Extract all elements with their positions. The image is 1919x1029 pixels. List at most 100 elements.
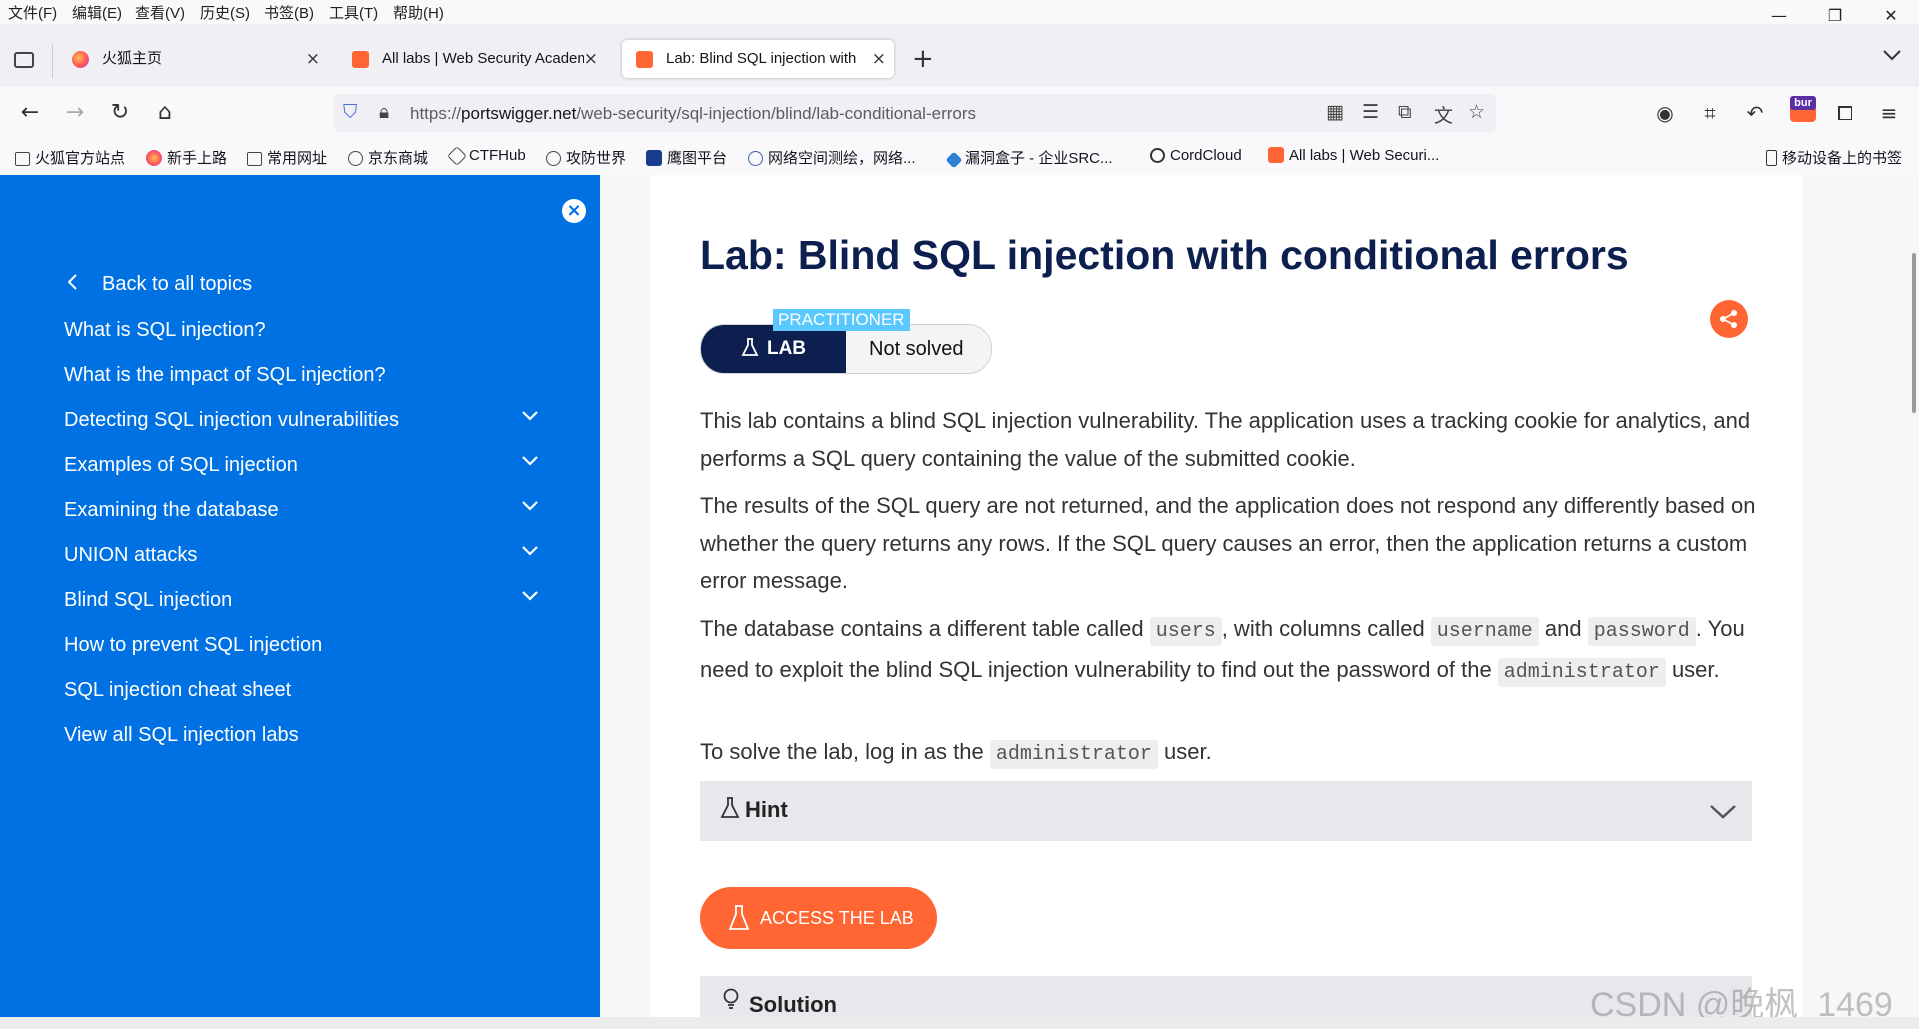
bookmark-getting-started[interactable]: 新手上路 <box>146 147 227 168</box>
code-username: username <box>1430 617 1539 646</box>
chevron-down-icon[interactable] <box>520 589 540 609</box>
sidebar-item-impact[interactable]: What is the impact of SQL injection? <box>64 364 386 387</box>
reader-view-icon[interactable]: ☰ <box>1362 101 1379 123</box>
access-lab-button[interactable]: ACCESS THE LAB <box>700 887 937 949</box>
tab-divider <box>52 44 53 78</box>
page-scrollbar[interactable] <box>1912 253 1916 413</box>
extensions-icon[interactable]: ⧠ <box>1830 98 1860 128</box>
bookmark-common-sites[interactable]: 常用网址 <box>247 147 327 168</box>
sidebar-item-prevent[interactable]: How to prevent SQL injection <box>64 634 322 657</box>
bookmark-all-labs[interactable]: All labs | Web Securi... <box>1268 147 1439 164</box>
screenshot-icon[interactable]: ⌗ <box>1695 98 1725 128</box>
new-tab-icon[interactable]: + <box>912 44 934 74</box>
bookmark-fofa[interactable]: 网络空间测绘，网络... <box>748 147 916 168</box>
url-text[interactable]: https://portswigger.net/web-security/sql… <box>410 104 976 124</box>
folder-icon <box>247 152 262 166</box>
menu-bar: 文件(F) 编辑(E) 查看(V) 历史(S) 书签(B) 工具(T) 帮助(H… <box>0 0 1919 24</box>
close-tab-icon[interactable]: × <box>872 40 886 78</box>
bottom-edge <box>0 1017 1919 1029</box>
bookmark-ctfhub[interactable]: CTFHub <box>447 146 526 166</box>
home-icon[interactable]: ⌂ <box>150 98 180 128</box>
chevron-down-icon[interactable] <box>520 544 540 564</box>
hint-accordion[interactable] <box>700 781 1752 841</box>
url-scheme: https:// <box>410 104 462 123</box>
back-to-topics-link[interactable]: Back to all topics <box>102 273 252 296</box>
flask-icon <box>728 905 750 930</box>
menu-tools[interactable]: 工具(T) <box>329 2 378 23</box>
menu-bookmarks[interactable]: 书签(B) <box>264 2 314 23</box>
page-title: Lab: Blind SQL injection with conditiona… <box>700 232 1629 278</box>
sidebar-item-detecting[interactable]: Detecting SQL injection vulnerabilities <box>64 409 399 432</box>
code-administrator: administrator <box>989 740 1158 769</box>
text: and <box>1538 616 1588 641</box>
tab-list-icon[interactable] <box>14 52 34 68</box>
sidebar-item-what-is-sqli[interactable]: What is SQL injection? <box>64 319 266 342</box>
vulbox-icon <box>945 151 963 169</box>
sidebar-item-blind-sqli[interactable]: Blind SQL injection <box>64 589 232 612</box>
menu-file[interactable]: 文件(F) <box>8 2 57 23</box>
menu-history[interactable]: 历史(S) <box>200 2 250 23</box>
close-tab-icon[interactable]: × <box>584 40 598 78</box>
bookmark-label: 常用网址 <box>267 150 328 167</box>
bookmark-cordcloud[interactable]: CordCloud <box>1150 147 1242 164</box>
bookmark-label: 火狐官方站点 <box>35 150 126 167</box>
back-icon[interactable]: ← <box>15 98 45 128</box>
text: , with columns called <box>1221 616 1431 641</box>
menu-edit[interactable]: 编辑(E) <box>72 2 122 23</box>
text: To solve the lab, log in as the <box>700 739 990 764</box>
mobile-bookmarks[interactable]: 移动设备上的书签 <box>1766 147 1902 168</box>
portswigger-icon <box>1268 147 1284 163</box>
bookmark-star-icon[interactable]: ☆ <box>1468 101 1485 123</box>
forward-icon[interactable]: → <box>60 98 90 128</box>
bookmark-adworld[interactable]: 攻防世界 <box>546 147 626 168</box>
close-sidebar-icon[interactable]: × <box>562 199 586 223</box>
menu-help[interactable]: 帮助(H) <box>393 2 444 23</box>
folder-icon <box>15 152 30 166</box>
shield-icon[interactable]: ⛉ <box>343 101 357 123</box>
translate-icon[interactable]: 文 <box>1434 101 1453 128</box>
chevron-left-icon[interactable] <box>66 272 78 297</box>
chevron-down-icon[interactable] <box>520 409 540 429</box>
chevron-down-icon[interactable] <box>520 454 540 474</box>
bookmark-label: CordCloud <box>1170 147 1242 164</box>
firefox-icon <box>146 150 162 166</box>
undo-icon[interactable]: ↶ <box>1740 98 1770 128</box>
app-menu-icon[interactable]: ≡ <box>1874 98 1904 128</box>
tab-all-labs[interactable]: All labs | Web Security Academy × <box>338 40 606 78</box>
bookmark-firefox-official[interactable]: 火狐官方站点 <box>15 147 125 168</box>
sidebar-item-examples[interactable]: Examples of SQL injection <box>64 454 298 477</box>
burp-extension-icon[interactable]: bur <box>1790 96 1816 122</box>
sidebar-item-examining-db[interactable]: Examining the database <box>64 499 279 522</box>
cordcloud-icon <box>1150 148 1165 163</box>
lab-status-widget: LAB Not solved <box>700 324 992 374</box>
lab-status-text: Not solved <box>869 338 964 360</box>
reload-icon[interactable]: ↻ <box>105 98 135 128</box>
bookmark-jd[interactable]: 京东商城 <box>348 147 428 168</box>
picture-in-picture-icon[interactable]: ⧉ <box>1398 101 1412 123</box>
tab-firefox-home[interactable]: 火狐主页 × <box>58 40 328 78</box>
sidebar-item-cheat-sheet[interactable]: SQL injection cheat sheet <box>64 679 291 702</box>
lightbulb-icon <box>723 988 739 1009</box>
mobile-icon <box>1766 150 1777 166</box>
tab-lab-blind-sql[interactable]: Lab: Blind SQL injection with × <box>622 40 894 78</box>
globe-icon <box>546 151 561 166</box>
share-button[interactable] <box>1710 300 1748 338</box>
menu-view[interactable]: 查看(V) <box>135 2 185 23</box>
flask-icon <box>720 797 740 818</box>
sidebar-item-union-attacks[interactable]: UNION attacks <box>64 544 197 567</box>
tab-label: All labs | Web Security Academy <box>382 50 584 67</box>
sidebar-item-all-labs[interactable]: View all SQL injection labs <box>64 724 299 747</box>
code-users: users <box>1149 617 1222 646</box>
lock-icon[interactable]: 🔒︎ <box>379 101 389 123</box>
tab-label: Lab: Blind SQL injection with <box>666 50 857 67</box>
url-host: portswigger.net <box>461 104 577 123</box>
chevron-down-icon[interactable] <box>520 499 540 519</box>
qr-code-icon[interactable]: ▦ <box>1326 101 1344 123</box>
bookmark-hunter[interactable]: 鹰图平台 <box>646 147 727 168</box>
bookmark-vulbox[interactable]: 漏洞盒子 - 企业SRC... <box>945 147 1113 169</box>
list-all-tabs-icon[interactable] <box>1882 48 1902 67</box>
account-icon[interactable]: ◉ <box>1650 98 1680 128</box>
close-tab-icon[interactable]: × <box>306 40 320 78</box>
chevron-down-icon[interactable] <box>1708 803 1738 821</box>
portswigger-icon <box>636 51 653 68</box>
